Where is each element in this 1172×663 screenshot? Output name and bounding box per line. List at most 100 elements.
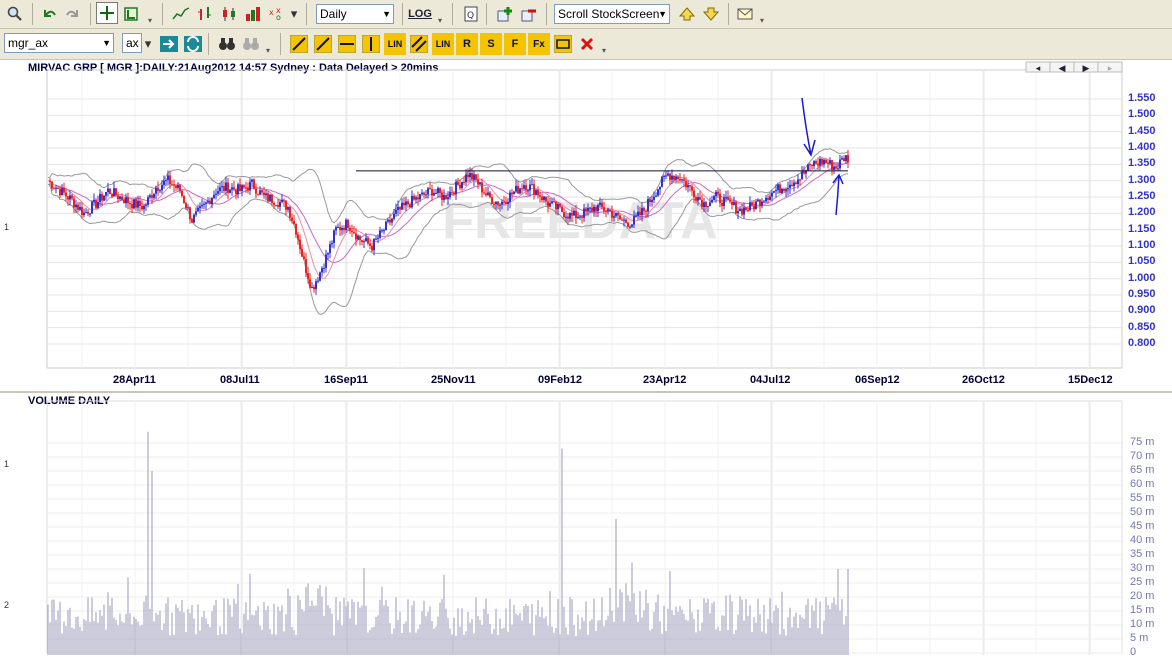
- svg-text:x: x: [269, 8, 274, 17]
- candle-body: [471, 173, 473, 180]
- candle-body: [683, 179, 685, 181]
- add-icon[interactable]: [494, 3, 516, 25]
- candle-body: [75, 204, 77, 208]
- toolbar-overflow-icon[interactable]: ▾: [438, 3, 445, 25]
- toolbar-overflow-icon[interactable]: ▾: [760, 3, 767, 25]
- undo-icon[interactable]: [38, 3, 60, 25]
- resistance-tool-icon[interactable]: R: [456, 33, 478, 55]
- candle-body: [583, 208, 585, 218]
- candle-body: [609, 209, 611, 211]
- candle-body: [559, 203, 561, 207]
- period-select[interactable]: Daily ▼: [316, 4, 394, 24]
- parallel-lines-tool-icon[interactable]: [408, 33, 430, 55]
- candle-body: [325, 254, 327, 268]
- x-tick-label: 06Sep12: [855, 374, 900, 386]
- candle-body: [549, 203, 551, 207]
- candle-body: [217, 191, 219, 194]
- toolbar-overflow-icon[interactable]: ▾: [602, 33, 609, 55]
- candle-body: [117, 195, 119, 199]
- candle-body: [637, 211, 639, 216]
- candle-body: [581, 216, 583, 218]
- candle-body: [465, 174, 467, 183]
- up-arrow-annotation: [832, 173, 844, 216]
- candle-body: [717, 191, 719, 194]
- binoculars-disabled-icon[interactable]: [240, 33, 262, 55]
- candle-body: [831, 160, 833, 170]
- binoculars-icon[interactable]: [216, 33, 238, 55]
- candle-body: [535, 190, 537, 195]
- support-tool-icon[interactable]: S: [480, 33, 502, 55]
- trendline-tool-icon[interactable]: [288, 33, 310, 55]
- candle-body: [821, 158, 823, 165]
- candle-body: [263, 192, 265, 196]
- candle-body: [133, 199, 135, 209]
- candle-body: [379, 230, 381, 238]
- dropdown-icon[interactable]: ▾: [288, 3, 300, 25]
- candle-body: [181, 191, 183, 197]
- log-label: LOG: [408, 8, 432, 20]
- candle-body: [545, 196, 547, 202]
- candle-body: [89, 213, 91, 215]
- y-tick-label: 0.800: [1128, 337, 1156, 349]
- linear-regression-tool-icon[interactable]: LIN: [384, 33, 406, 55]
- down-arrow-annotation: [801, 97, 816, 157]
- symbol-input[interactable]: mgr_ax ▼: [4, 33, 114, 53]
- toolbar-overflow-icon[interactable]: ▾: [266, 33, 273, 55]
- refresh-icon[interactable]: [182, 33, 204, 55]
- exchange-input[interactable]: ax: [122, 33, 142, 53]
- candle-body: [381, 230, 383, 232]
- text-tool-icon[interactable]: [552, 33, 574, 55]
- search-icon[interactable]: [4, 3, 26, 25]
- down-arrow-icon[interactable]: [700, 3, 722, 25]
- delete-drawing-icon[interactable]: [576, 33, 598, 55]
- candle-body: [159, 190, 161, 192]
- linear-channel-tool-icon[interactable]: LIN: [432, 33, 454, 55]
- candle-body: [741, 208, 743, 215]
- candle-body: [847, 155, 849, 163]
- candle-body: [567, 216, 569, 219]
- candle-body: [579, 216, 581, 218]
- ohlc-bar-icon[interactable]: [194, 3, 216, 25]
- line-chart-icon[interactable]: [170, 3, 192, 25]
- colored-bar-icon[interactable]: [242, 3, 264, 25]
- y-tick-label: 1.150: [1128, 222, 1156, 235]
- vertical-line-tool-icon[interactable]: [360, 33, 382, 55]
- candle-body: [715, 191, 717, 197]
- candle-body: [251, 179, 253, 182]
- candle-body: [739, 208, 741, 212]
- candle-body: [223, 186, 225, 191]
- candle-body: [301, 249, 303, 257]
- fibonacci-tool-icon[interactable]: F: [504, 33, 526, 55]
- go-arrow-icon[interactable]: [158, 33, 180, 55]
- candle-body: [385, 221, 387, 231]
- candlestick-icon[interactable]: [218, 3, 240, 25]
- screen-select[interactable]: Scroll StockScreen ▼: [554, 4, 670, 24]
- page-icon[interactable]: Q: [460, 3, 482, 25]
- candle-body: [405, 201, 407, 206]
- point-figure-icon[interactable]: xox: [266, 3, 288, 25]
- horizontal-line-tool-icon[interactable]: [336, 33, 358, 55]
- exchange-dropdown-icon[interactable]: ▾: [142, 33, 154, 55]
- candle-body: [675, 176, 677, 180]
- candle-body: [155, 187, 157, 194]
- candle-body: [721, 202, 723, 206]
- redo-icon[interactable]: [62, 3, 84, 25]
- candle-body: [253, 179, 255, 189]
- candle-body: [791, 184, 793, 187]
- candle-body: [533, 184, 535, 195]
- crosshair-icon[interactable]: [96, 2, 118, 24]
- fibonacci-ext-tool-icon[interactable]: Fx: [528, 33, 550, 55]
- candle-body: [113, 188, 115, 197]
- log-button[interactable]: LOG: [408, 3, 432, 25]
- price-chart[interactable]: FREEDATA ◂ ◀ ▶ ▸: [0, 60, 1172, 390]
- toolbar-overflow-icon[interactable]: ▾: [148, 3, 155, 25]
- candle-body: [203, 203, 205, 205]
- chart-type-icon[interactable]: [120, 3, 142, 25]
- remove-icon[interactable]: [518, 3, 540, 25]
- candle-body: [187, 207, 189, 209]
- candle-body: [611, 210, 613, 218]
- volume-chart[interactable]: [0, 393, 1172, 663]
- mail-icon[interactable]: [734, 3, 756, 25]
- up-arrow-icon[interactable]: [676, 3, 698, 25]
- line-tool-icon[interactable]: [312, 33, 334, 55]
